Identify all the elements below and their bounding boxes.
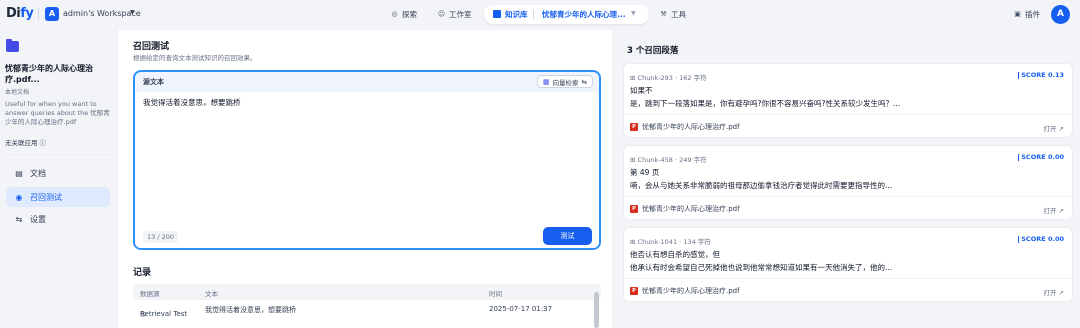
robot-icon: ☺ bbox=[437, 10, 446, 18]
switch-icon: ⇆ bbox=[581, 77, 587, 86]
chevron-down-icon[interactable]: ▼ bbox=[130, 9, 135, 16]
table-header: 数据源 文本 时间 bbox=[133, 284, 601, 300]
nav-knowledge[interactable]: 知识库 忧郁青少年的人际心理... ▼ bbox=[484, 5, 649, 24]
current-dataset-selector[interactable]: 忧郁青少年的人际心理... bbox=[542, 9, 626, 20]
score-badge: SCORE 0.13 bbox=[1018, 71, 1064, 79]
user-avatar[interactable]: A bbox=[1051, 5, 1070, 24]
query-text[interactable]: 我觉得活着没意思，想要跳桥 bbox=[143, 97, 241, 108]
page-title: 召回测试 bbox=[133, 42, 170, 52]
target-icon: ◉ bbox=[15, 192, 23, 202]
dify-logo[interactable]: Dify bbox=[6, 6, 34, 21]
scrollbar[interactable] bbox=[594, 292, 599, 328]
open-link[interactable]: 打开 ↗ bbox=[1043, 123, 1064, 133]
chunk-meta: ⊞ Chunk-458 · 249 字符 bbox=[630, 156, 707, 164]
source-file: P 忧郁青少年的人际心理治疗.pdf bbox=[630, 204, 740, 214]
info-icon[interactable]: ⓘ bbox=[40, 139, 47, 147]
score-badge: SCORE 0.00 bbox=[1018, 235, 1064, 243]
source-file: P 忧郁青少年的人际心理治疗.pdf bbox=[630, 122, 740, 132]
pdf-icon: P bbox=[630, 287, 638, 295]
sidebar-item-retrieval-test[interactable]: ◉ 召回测试 bbox=[6, 187, 110, 207]
top-bar: Dify A admin's Workspace ▼ ◎ 探索 ☺ 工作室 知识… bbox=[0, 0, 1080, 30]
pdf-icon: P bbox=[630, 205, 638, 213]
hash-icon: ⊞ bbox=[630, 74, 636, 82]
book-icon bbox=[493, 10, 501, 18]
records-table: 数据源 文本 时间 ◎ Retrieval Test 我觉得活着没意思，想要跳桥… bbox=[133, 284, 601, 318]
grid-icon: ▦ bbox=[542, 77, 550, 86]
plugins-button[interactable]: ▣ 插件 bbox=[1013, 9, 1040, 20]
chevron-down-icon[interactable]: ▼ bbox=[631, 10, 636, 17]
settings-icon: ⇆ bbox=[15, 214, 23, 224]
result-card[interactable]: ⊞ Chunk-458 · 249 字符 SCORE 0.00 第 49 页 嗬… bbox=[623, 145, 1073, 220]
hash-icon: ⊞ bbox=[630, 238, 636, 246]
chunk-meta: ⊞ Chunk-1041 · 134 字符 bbox=[630, 238, 711, 246]
records-title: 记录 bbox=[133, 268, 152, 278]
nav-studio[interactable]: ☺ 工作室 bbox=[437, 6, 472, 23]
char-count: 13 / 200 bbox=[143, 231, 178, 243]
query-box: 源文本 ▦ 向量检索 ⇆ 我觉得活着没意思，想要跳桥 13 / 200 测试 bbox=[133, 70, 601, 250]
query-input[interactable]: 我觉得活着没意思，想要跳桥 13 / 200 测试 bbox=[135, 92, 599, 248]
result-card[interactable]: ⊞ Chunk-293 · 162 字符 SCORE 0.13 如果不 是，跳到… bbox=[623, 63, 1073, 138]
plugin-icon: ▣ bbox=[1014, 10, 1021, 18]
nav-tools[interactable]: ⚒ 工具 bbox=[659, 6, 686, 23]
document-icon: ▤ bbox=[15, 168, 23, 178]
dataset-title: 忧郁青少年的人际心理治疗.pdf... bbox=[5, 64, 93, 84]
source-text-label: 源文本 bbox=[143, 78, 164, 86]
results-panel: 3 个召回段落 ⊞ Chunk-293 · 162 字符 SCORE 0.13 … bbox=[612, 30, 1080, 328]
table-row[interactable]: ◎ Retrieval Test 我觉得活着没意思，想要跳桥 2025-07-1… bbox=[133, 300, 601, 318]
score-badge: SCORE 0.00 bbox=[1018, 153, 1064, 161]
related-apps[interactable]: 无关联应用 ⓘ bbox=[5, 137, 46, 147]
dataset-description: Useful for when you want to answer queri… bbox=[5, 100, 110, 126]
chunk-meta: ⊞ Chunk-293 · 162 字符 bbox=[630, 74, 707, 82]
test-button[interactable]: 测试 bbox=[543, 227, 592, 245]
hammer-icon: ⚒ bbox=[660, 10, 667, 18]
divider bbox=[38, 8, 39, 20]
source-file: P 忧郁青少年的人际心理治疗.pdf bbox=[630, 286, 740, 296]
page-description: 根据给定的查询文本测试知识的召回效果。 bbox=[133, 54, 257, 62]
sidebar-item-settings[interactable]: ⇆ 设置 bbox=[6, 209, 110, 229]
folder-icon bbox=[6, 39, 19, 52]
compass-icon: ◎ bbox=[391, 10, 398, 18]
workspace-avatar[interactable]: A bbox=[45, 7, 59, 21]
pdf-icon: P bbox=[630, 123, 638, 131]
hash-icon: ⊞ bbox=[630, 156, 636, 164]
retrieval-mode-button[interactable]: ▦ 向量检索 ⇆ bbox=[536, 75, 593, 88]
open-link[interactable]: 打开 ↗ bbox=[1043, 287, 1064, 297]
open-link[interactable]: 打开 ↗ bbox=[1043, 205, 1064, 215]
retrieval-panel: 召回测试 根据给定的查询文本测试知识的召回效果。 源文本 ▦ 向量检索 ⇆ 我觉… bbox=[118, 30, 612, 328]
results-title: 3 个召回段落 bbox=[627, 46, 679, 56]
result-card[interactable]: ⊞ Chunk-1041 · 134 字符 SCORE 0.00 他否认有想自杀… bbox=[623, 227, 1073, 302]
sidebar-item-documents[interactable]: ▤ 文档 bbox=[6, 163, 110, 183]
nav-explore[interactable]: ◎ 探索 bbox=[390, 6, 417, 23]
sidebar: 忧郁青少年的人际心理治疗.pdf... 本地文档 Useful for when… bbox=[0, 30, 118, 328]
dataset-type: 本地文档 bbox=[5, 89, 30, 96]
